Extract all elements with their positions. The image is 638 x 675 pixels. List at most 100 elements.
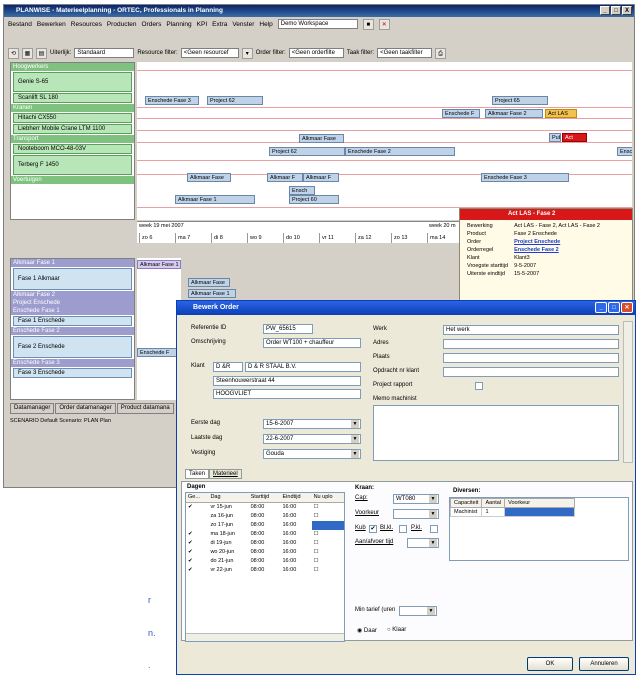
bl-checkbox[interactable] (399, 525, 407, 533)
grid-icon[interactable]: ▦ (22, 47, 33, 59)
table-row[interactable]: za 16-jun 08:00 16:00 ☐ (186, 512, 344, 521)
table-row[interactable]: zo 17-jun 08:00 16:00 (186, 521, 344, 530)
row-check[interactable]: ✔ (186, 566, 208, 575)
gantt-bar[interactable]: Alkmaar Fase 2 (485, 109, 543, 118)
col-header[interactable]: Dag (208, 493, 249, 503)
project-group[interactable]: Enschede Fase 1 (11, 307, 134, 315)
resource-group[interactable]: Voertuigen (11, 176, 134, 184)
col-header[interactable]: Nu uplo (311, 493, 344, 503)
row-check[interactable]: ✔ (186, 530, 208, 539)
tab-taken[interactable]: Taken (185, 469, 210, 479)
row-nu[interactable]: ☐ (312, 530, 344, 539)
row-nu-selected[interactable] (311, 521, 344, 530)
project-bar[interactable]: Alkmaar Fase 1 (188, 289, 236, 298)
project-item[interactable]: Fase 1 Alkmaar (13, 268, 132, 290)
menu-orders[interactable]: Orders (141, 18, 161, 31)
row-nu[interactable]: ☐ (312, 512, 344, 521)
delete-icon[interactable]: ✕ (378, 19, 390, 30)
gantt-bar[interactable]: Alkmaar F (303, 173, 339, 182)
project-item[interactable]: Fase 1 Enschede (13, 316, 132, 326)
menu-kpi[interactable]: KPI (197, 18, 207, 31)
project-group[interactable]: Alkmaar Fase 2 (11, 291, 134, 299)
klant-code-field[interactable]: D &R (213, 362, 243, 372)
save-icon[interactable]: ■ (362, 19, 374, 30)
klant-name-field[interactable]: D & R STAAL B.V. (245, 362, 361, 372)
resource-item[interactable]: Scanlift SL 180 (13, 93, 132, 103)
ok-button[interactable]: OK (527, 657, 573, 671)
annuleren-button[interactable]: Annuleren (579, 657, 629, 671)
gantt-bar[interactable]: Project 60 (289, 195, 339, 204)
gantt-bar-conflict[interactable]: Act (562, 133, 587, 142)
project-bar[interactable]: Alkmaar Fase 1 (137, 260, 181, 269)
gantt-bar[interactable]: Project 62 (207, 96, 263, 105)
resource-item[interactable]: Terberg F 1450 (13, 155, 132, 175)
row-end[interactable]: 16:00 (281, 521, 312, 530)
order-filter-select[interactable]: <Geen orderfilte (288, 48, 344, 58)
row-check[interactable]: ✔ (186, 539, 208, 548)
row-end[interactable]: 16:00 (281, 530, 312, 539)
row-check[interactable]: ✔ (186, 557, 208, 566)
col-header[interactable]: Eindtijd (280, 493, 312, 503)
project-bar[interactable]: Alkmaar Fase (188, 278, 230, 287)
row-start[interactable]: 08:00 (249, 566, 281, 575)
row-nu[interactable]: ☐ (312, 539, 344, 548)
col-header[interactable]: Voorkeur (504, 498, 576, 508)
project-bar[interactable]: Enschede F (137, 348, 181, 357)
row-start[interactable]: 08:00 (249, 539, 281, 548)
gantt-bar[interactable]: Pub (549, 133, 561, 142)
gantt-bar[interactable]: Enschede Fase 3 (145, 96, 199, 105)
row-end[interactable]: 16:00 (281, 557, 312, 566)
workspace-select[interactable]: Demo Workspace (277, 19, 358, 29)
col-header[interactable]: Ge... (186, 493, 209, 503)
gantt-bar-warning[interactable]: Act LAS (545, 109, 577, 118)
menu-resources[interactable]: Resources (71, 18, 102, 31)
menu-extra[interactable]: Extra (212, 18, 227, 31)
uiterlijk-select[interactable]: Standaard (74, 48, 135, 58)
div-voorkeur[interactable] (504, 507, 576, 517)
project-group[interactable]: Enschede Fase 3 (11, 359, 134, 367)
resource-filter-select[interactable]: <Geen resourcef (180, 48, 239, 58)
gantt-bar[interactable]: Alkmaar Fase (187, 173, 231, 182)
row-nu[interactable]: ☐ (312, 566, 344, 575)
row-nu[interactable]: ☐ (312, 503, 344, 513)
referentie-field[interactable]: PW_65615 (263, 324, 313, 334)
table-row[interactable]: ✔ di 19-jun 08:00 16:00 ☐ (186, 539, 344, 548)
pkl-checkbox[interactable] (430, 525, 438, 533)
voorkeur-select[interactable] (393, 509, 439, 519)
table-row[interactable]: ✔ ma 18-jun 08:00 16:00 ☐ (186, 530, 344, 539)
aanafvoer-select[interactable] (407, 538, 439, 548)
klant-plaats-field[interactable]: HOOGVLIET (213, 389, 361, 399)
row-end[interactable]: 16:00 (281, 566, 312, 575)
print-icon[interactable]: ⎙ (435, 47, 447, 59)
menu-producten[interactable]: Producten (107, 18, 137, 31)
row-start[interactable]: 08:00 (249, 548, 281, 557)
taak-filter-select[interactable]: <Geen taakfilter (377, 48, 433, 58)
project-group[interactable]: Project Enschede (11, 299, 134, 307)
row-nu[interactable]: ☐ (312, 557, 344, 566)
table-row[interactable]: ✔ vr 22-jun 08:00 16:00 ☐ (186, 566, 344, 575)
menu-bestand[interactable]: Bestand (8, 18, 32, 31)
gantt-bar[interactable]: Enschede F (442, 109, 480, 118)
col-header[interactable]: Starttijd (248, 493, 281, 503)
dialog-scrollbar[interactable] (623, 321, 633, 463)
project-item[interactable]: Fase 3 Enschede (13, 368, 132, 378)
table-row[interactable]: Machinist 1 (449, 507, 576, 517)
row-check[interactable]: ✔ (186, 503, 208, 513)
row-start[interactable]: 08:00 (249, 557, 281, 566)
horizontal-scrollbar[interactable] (186, 633, 344, 641)
row-start[interactable]: 08:00 (249, 512, 281, 521)
row-nu[interactable]: ☐ (312, 548, 344, 557)
resource-item[interactable]: Nooteboom MCO-48-03V (13, 144, 132, 154)
gantt-bar[interactable]: Alkmaar F (267, 173, 303, 182)
gantt-bar[interactable]: Enschede Fase 2 (345, 147, 455, 156)
tab-order-datamanager[interactable]: Order datamanager (55, 403, 116, 414)
plaats-field[interactable] (443, 353, 619, 363)
radio-daar[interactable]: ◉ Daar (357, 627, 377, 634)
dialog-minimize-button[interactable]: _ (595, 302, 607, 313)
col-header[interactable]: Aantal (481, 498, 506, 508)
row-end[interactable]: 16:00 (281, 512, 312, 521)
row-check[interactable]: ✔ (186, 548, 208, 557)
popup-link[interactable]: Enschede Fase 2 (511, 246, 603, 254)
resource-group[interactable]: Hoogwerkers (11, 63, 134, 71)
minimize-button[interactable]: _ (600, 6, 610, 15)
